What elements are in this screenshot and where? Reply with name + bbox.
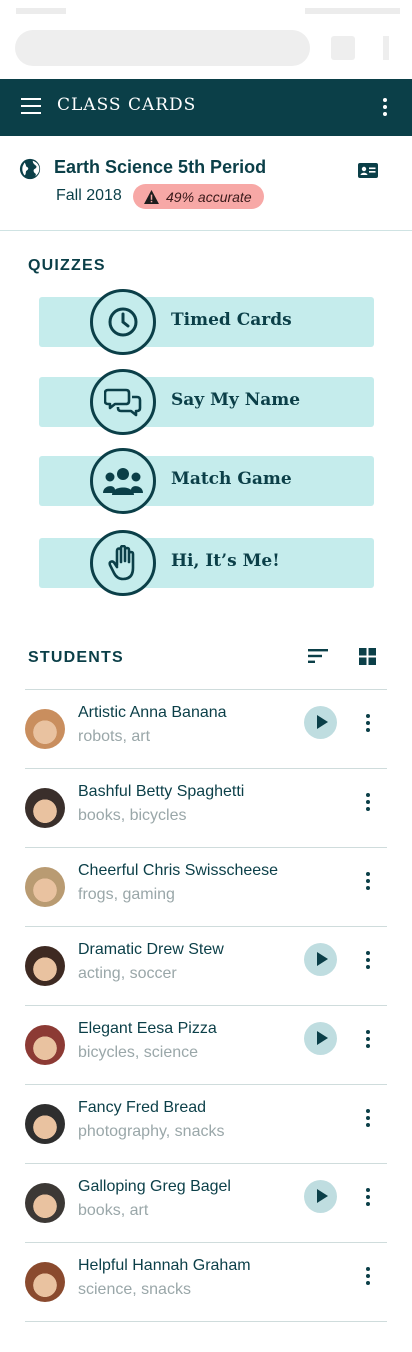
student-avatar: [25, 709, 65, 749]
student-name: Fancy Fred Bread: [78, 1099, 207, 1116]
quiz-icon-circle: [90, 369, 156, 435]
student-interests: acting, soccer: [78, 965, 177, 982]
clock-icon: [108, 307, 138, 337]
address-bar[interactable]: [15, 30, 310, 66]
grid-view-icon[interactable]: [359, 648, 376, 665]
student-interests: books, art: [78, 1202, 149, 1219]
student-name: Elegant Eesa Pizza: [78, 1020, 217, 1037]
students-heading: STUDENTS: [28, 649, 124, 666]
play-name-audio-button[interactable]: [304, 706, 337, 739]
hand-icon: [108, 545, 135, 581]
student-interests: books, bicycles: [78, 807, 187, 824]
student-avatar: [25, 946, 65, 986]
overflow-menu-icon[interactable]: [378, 96, 392, 118]
student-name: Cheerful Chris Swisscheese: [78, 862, 279, 879]
quiz-label: Hi, It’s Me!: [171, 551, 280, 571]
student-more-icon[interactable]: [362, 1186, 374, 1208]
globe-icon: [19, 158, 41, 180]
student-avatar: [25, 788, 65, 828]
student-interests: photography, snacks: [78, 1123, 225, 1140]
quiz-match-game-button[interactable]: Match Game: [39, 448, 374, 514]
group-icon: [103, 468, 143, 495]
quiz-icon-circle: [90, 289, 156, 355]
browser-menu-button[interactable]: [383, 36, 389, 60]
play-name-audio-button[interactable]: [304, 1022, 337, 1055]
student-list: Artistic Anna Banana robots, art Bashful B…: [25, 689, 387, 1322]
student-avatar: [25, 1025, 65, 1065]
status-bar-right: [305, 8, 400, 14]
quiz-hi-its-me-button[interactable]: Hi, It’s Me!: [39, 530, 374, 596]
quiz-label: Match Game: [171, 469, 292, 489]
student-interests: frogs, gaming: [78, 886, 175, 903]
quiz-timed-cards-button[interactable]: Timed Cards: [39, 289, 374, 355]
student-interests: bicycles, science: [78, 1044, 199, 1061]
student-row[interactable]: Dramatic Drew Stew acting, soccer: [25, 927, 387, 1006]
play-name-audio-button[interactable]: [304, 1180, 337, 1213]
accuracy-text: 49% accurate: [166, 188, 252, 205]
student-name: Helpful Hannah Graham: [78, 1257, 251, 1274]
sort-icon[interactable]: [308, 649, 328, 663]
quiz-label: Timed Cards: [171, 310, 292, 330]
student-more-icon[interactable]: [362, 1107, 374, 1129]
student-row[interactable]: Bashful Betty Spaghetti books, bicycles: [25, 769, 387, 848]
class-term: Fall 2018: [56, 187, 122, 204]
student-interests: science, snacks: [78, 1281, 191, 1298]
chat-bubbles-icon: [104, 388, 142, 417]
student-more-icon[interactable]: [362, 712, 374, 734]
class-name: Earth Science 5th Period: [54, 157, 267, 177]
student-avatar: [25, 1183, 65, 1223]
student-name: Galloping Greg Bagel: [78, 1178, 231, 1195]
student-more-icon[interactable]: [362, 870, 374, 892]
student-row[interactable]: Artistic Anna Banana robots, art: [25, 690, 387, 769]
warning-icon: [144, 189, 159, 204]
hamburger-menu-icon[interactable]: [21, 98, 41, 114]
student-more-icon[interactable]: [362, 1028, 374, 1050]
student-row[interactable]: Galloping Greg Bagel books, art: [25, 1164, 387, 1243]
status-bar-left: [16, 8, 66, 14]
student-name: Dramatic Drew Stew: [78, 941, 224, 958]
student-interests: robots, art: [78, 728, 151, 745]
browser-chrome: [0, 0, 412, 79]
quizzes-heading: QUIZZES: [28, 257, 106, 274]
student-more-icon[interactable]: [362, 949, 374, 971]
student-row[interactable]: Elegant Eesa Pizza bicycles, science: [25, 1006, 387, 1085]
quiz-icon-circle: [90, 448, 156, 514]
quiz-say-my-name-button[interactable]: Say My Name: [39, 369, 374, 435]
play-name-audio-button[interactable]: [304, 943, 337, 976]
quiz-label: Say My Name: [171, 390, 301, 410]
student-more-icon[interactable]: [362, 1265, 374, 1287]
app-title: CLASS CARDS: [57, 95, 197, 115]
student-avatar: [25, 1262, 65, 1302]
tabs-button[interactable]: [331, 36, 355, 60]
student-name: Artistic Anna Banana: [78, 704, 227, 721]
id-card-icon[interactable]: [358, 163, 378, 178]
student-row[interactable]: Fancy Fred Bread photography, snacks: [25, 1085, 387, 1164]
student-avatar: [25, 867, 65, 907]
accuracy-badge: 49% accurate: [133, 184, 264, 209]
student-name: Bashful Betty Spaghetti: [78, 783, 245, 800]
student-row[interactable]: Helpful Hannah Graham science, snacks: [25, 1243, 387, 1322]
app-bar: CLASS CARDS: [0, 79, 412, 136]
student-row[interactable]: Cheerful Chris Swisscheese frogs, gaming: [25, 848, 387, 927]
student-avatar: [25, 1104, 65, 1144]
student-more-icon[interactable]: [362, 791, 374, 813]
quiz-icon-circle: [90, 530, 156, 596]
class-header: Earth Science 5th Period Fall 2018 49% a…: [0, 136, 412, 231]
